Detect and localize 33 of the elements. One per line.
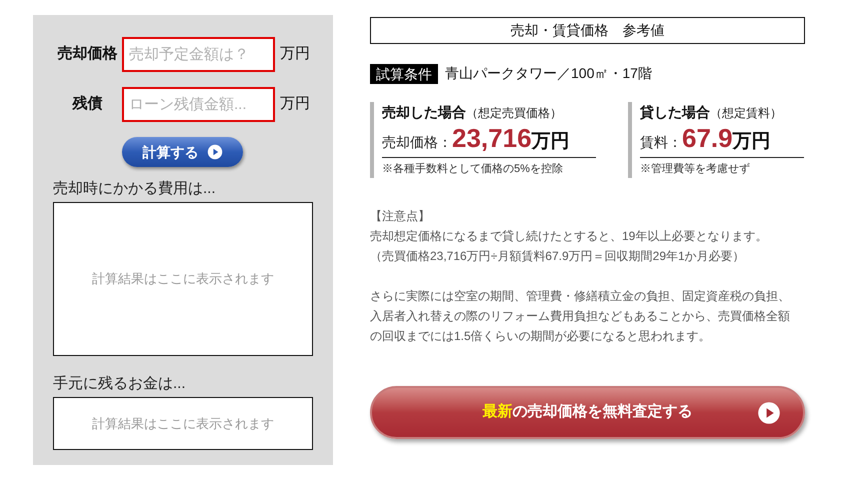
card-title: 売却した場合 xyxy=(382,103,466,122)
section-title: 売却・賃貸価格 参考値 xyxy=(370,17,805,44)
field-label: 売却価格 xyxy=(56,44,118,64)
field-label: 残債 xyxy=(71,94,104,114)
price-unit: 万円 xyxy=(532,130,570,154)
condition-badge: 試算条件 xyxy=(370,64,438,84)
card-subtitle: （想定賃料） xyxy=(710,105,782,122)
card-note: ※管理費等を考慮せず xyxy=(640,162,751,177)
condition-text: 青山パークタワー／100㎡・17階 xyxy=(445,64,652,83)
result-label: 手元に残るお金は... xyxy=(53,374,187,394)
price-label: 売却価格： xyxy=(382,133,452,152)
input-field[interactable]: ローン残債金額... xyxy=(122,87,275,122)
card-subtitle: （想定売買価格） xyxy=(466,105,562,122)
card-title: 貸した場合 xyxy=(640,103,710,122)
unit-label: 万円 xyxy=(280,44,310,64)
price-unit: 万円 xyxy=(732,130,771,154)
result-box: 計算結果はここに表示されます xyxy=(53,202,313,356)
price-value: 23,716 xyxy=(452,123,532,153)
input-field[interactable]: 売却予定金額は？ xyxy=(122,37,275,72)
play-icon xyxy=(757,400,781,424)
unit-label: 万円 xyxy=(280,94,310,114)
remarks-paragraph: さらに実際には空室の期間、管理費・修繕積立金の負担、固定資産税の負担、入居者入れ替えの際のリフォーム費用負担などもあることから、売買価格全額の回収までには1.5倍くらいの期間が必要になると思われます。 xyxy=(370,288,791,344)
card-note: ※各種手数料として価格の5%を控除 xyxy=(382,162,564,177)
play-icon xyxy=(206,144,222,160)
appraisal-button[interactable]: 最新の売却価格を無料査定する xyxy=(370,386,805,438)
result-box: 計算結果はここに表示されます xyxy=(53,397,313,450)
note-text: 【注意点】 xyxy=(370,208,431,224)
price-label: 賃料： xyxy=(640,133,682,152)
result-label: 売却時にかかる費用は... xyxy=(53,179,217,199)
note-text: （売買価格23,716万円÷月額賃料67.9万円＝回収期間29年1か月必要） xyxy=(370,248,746,264)
price-value: 67.9 xyxy=(682,123,733,153)
note-text: 売却想定価格になるまで貸し続けたとすると、19年以上必要となります。 xyxy=(370,228,768,244)
calculate-button[interactable]: 計算する xyxy=(122,137,243,167)
